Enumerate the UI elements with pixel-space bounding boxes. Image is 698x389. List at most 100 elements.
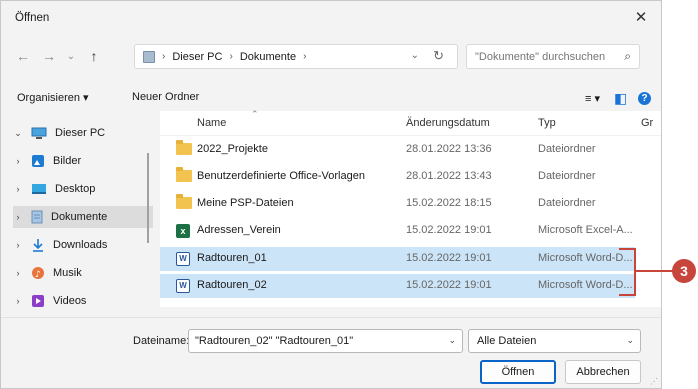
open-button[interactable]: Öffnen	[480, 360, 556, 384]
sidebar-item-documents[interactable]: › Dokumente	[13, 206, 153, 228]
chevron-down-icon[interactable]: ⌄	[626, 335, 634, 346]
file-date: 15.02.2022 19:01	[406, 224, 492, 236]
sidebar-item-desktop[interactable]: › Desktop	[13, 178, 153, 200]
breadcrumb-separator-icon: ›	[303, 51, 307, 62]
file-row[interactable]: Benutzerdefinierte Office-Vorlagen 28.01…	[160, 165, 635, 189]
file-name: Adressen_Verein	[197, 224, 281, 236]
title-bar: Öffnen ✕	[1, 1, 661, 35]
computer-icon	[143, 50, 155, 63]
music-icon: ♪	[32, 267, 44, 280]
chevron-right-icon[interactable]: ›	[13, 240, 23, 250]
folder-icon	[176, 194, 192, 209]
word-file-icon: W	[176, 279, 190, 293]
preview-pane-icon[interactable]: ◧	[614, 88, 627, 108]
command-bar: Organisieren ▾ Neuer Ordner ≡ ▾ ◧ ?	[1, 85, 661, 111]
refresh-icon[interactable]: ↻	[433, 48, 444, 64]
column-header-row: Name ⌃ Änderungsdatum Typ Gr	[160, 109, 661, 136]
chevron-right-icon[interactable]: ›	[13, 268, 23, 278]
new-folder-button[interactable]: Neuer Ordner	[132, 91, 199, 103]
sidebar-item-this-pc[interactable]: ⌄ Dieser PC	[13, 122, 153, 144]
file-date: 28.01.2022 13:43	[406, 170, 492, 182]
desktop-icon	[32, 184, 46, 194]
file-row[interactable]: x Adressen_Verein 15.02.2022 19:01 Micro…	[160, 219, 635, 243]
sidebar-item-downloads[interactable]: › Downloads	[13, 234, 153, 256]
help-icon[interactable]: ?	[638, 91, 651, 105]
chevron-right-icon[interactable]: ›	[13, 184, 23, 194]
chevron-down-icon[interactable]: ⌄	[448, 335, 456, 346]
file-date: 15.02.2022 18:15	[406, 197, 492, 209]
address-dropdown-icon[interactable]: ⌄	[411, 50, 419, 61]
resize-grip-icon[interactable]: ⋰	[650, 377, 658, 386]
dialog-footer: Dateiname: "Radtouren_02" "Radtouren_01"…	[1, 317, 661, 388]
sidebar-item-pictures[interactable]: › Bilder	[13, 150, 153, 172]
file-name: Benutzerdefinierte Office-Vorlagen	[197, 170, 365, 182]
chevron-right-icon[interactable]: ›	[13, 296, 23, 306]
open-dialog: Öffnen ✕ ← → ⌄ ↑ › Dieser PC › Dokumente…	[0, 0, 662, 389]
column-header-type[interactable]: Typ	[538, 117, 556, 129]
file-list: Name ⌃ Änderungsdatum Typ Gr 2022_Projek…	[160, 109, 661, 307]
word-file-icon: W	[176, 252, 190, 266]
search-input[interactable]	[475, 50, 607, 63]
sidebar-item-label: Musik	[53, 267, 82, 279]
breadcrumb-documents[interactable]: Dokumente	[240, 51, 296, 63]
download-arrow-icon	[33, 239, 43, 252]
filename-value: "Radtouren_02" "Radtouren_01"	[195, 335, 354, 347]
navigation-bar: ← → ⌄ ↑ › Dieser PC › Dokumente › ⌄ ↻ ⌕	[1, 41, 661, 71]
sidebar-item-videos[interactable]: › Videos	[13, 290, 153, 312]
file-name: Radtouren_02	[197, 279, 267, 291]
file-row-selected[interactable]: W Radtouren_01 15.02.2022 19:01 Microsof…	[160, 247, 635, 271]
sidebar-item-label: Bilder	[53, 155, 82, 167]
folder-icon	[176, 167, 192, 182]
file-date: 15.02.2022 19:01	[406, 252, 492, 264]
sidebar-scrollbar[interactable]	[147, 153, 149, 243]
computer-icon	[31, 127, 47, 139]
excel-file-icon: x	[176, 224, 190, 238]
sidebar-item-label: Dokumente	[51, 211, 108, 223]
file-date: 15.02.2022 19:01	[406, 279, 492, 291]
chevron-right-icon[interactable]: ›	[13, 156, 23, 166]
cancel-button[interactable]: Abbrechen	[565, 360, 641, 384]
breadcrumb-this-pc[interactable]: Dieser PC	[172, 51, 222, 63]
callout-line	[636, 270, 676, 272]
file-row[interactable]: Meine PSP-Dateien 15.02.2022 18:15 Datei…	[160, 192, 635, 216]
sort-ascending-icon: ⌃	[251, 109, 259, 119]
view-options-icon[interactable]: ≡ ▾	[585, 88, 600, 108]
documents-icon	[31, 210, 43, 224]
address-bar[interactable]: › Dieser PC › Dokumente › ⌄ ↻	[134, 44, 458, 69]
file-type: Dateiordner	[538, 170, 596, 182]
file-date: 28.01.2022 13:36	[406, 143, 492, 155]
pictures-icon	[32, 155, 44, 167]
callout-bracket	[619, 248, 636, 296]
breadcrumb-separator-icon: ›	[162, 51, 166, 62]
folder-icon	[176, 140, 192, 155]
callout-number-badge: 3	[672, 259, 696, 283]
navigation-pane: ⌄ Dieser PC › Bilder › Desktop › Dokumen…	[1, 113, 153, 307]
sidebar-item-label: Downloads	[53, 239, 108, 251]
file-row[interactable]: 2022_Projekte 28.01.2022 13:36 Dateiordn…	[160, 138, 635, 162]
file-row-selected[interactable]: W Radtouren_02 15.02.2022 19:01 Microsof…	[160, 274, 635, 298]
file-name: Meine PSP-Dateien	[197, 197, 294, 209]
search-box: ⌕	[466, 44, 640, 69]
recent-locations-chevron-icon[interactable]: ⌄	[61, 46, 81, 66]
search-icon[interactable]: ⌕	[624, 49, 631, 64]
chevron-right-icon[interactable]: ›	[13, 212, 23, 222]
column-header-date[interactable]: Änderungsdatum	[406, 117, 490, 129]
sidebar-item-music[interactable]: › ♪ Musik	[13, 262, 153, 284]
column-header-name[interactable]: Name	[197, 117, 226, 129]
sidebar-item-label: Dieser PC	[55, 127, 106, 139]
up-arrow-icon[interactable]: ↑	[84, 46, 104, 66]
forward-arrow-icon[interactable]: →	[39, 46, 59, 66]
chevron-down-icon[interactable]: ⌄	[13, 128, 23, 139]
file-name: Radtouren_01	[197, 252, 267, 264]
back-arrow-icon[interactable]: ←	[13, 46, 33, 66]
file-type-filter[interactable]: Alle Dateien ⌄	[468, 329, 641, 353]
organize-menu-button[interactable]: Organisieren ▾	[17, 91, 89, 104]
breadcrumb-separator-icon: ›	[229, 51, 233, 62]
file-type: Microsoft Excel-A...	[538, 224, 633, 236]
sidebar-item-label: Desktop	[55, 183, 96, 195]
filename-field[interactable]: "Radtouren_02" "Radtouren_01" ⌄	[188, 329, 463, 353]
column-header-size[interactable]: Gr	[641, 117, 653, 129]
close-icon[interactable]: ✕	[629, 6, 653, 28]
dialog-title: Öffnen	[15, 12, 50, 24]
filename-label: Dateiname:	[133, 335, 190, 347]
